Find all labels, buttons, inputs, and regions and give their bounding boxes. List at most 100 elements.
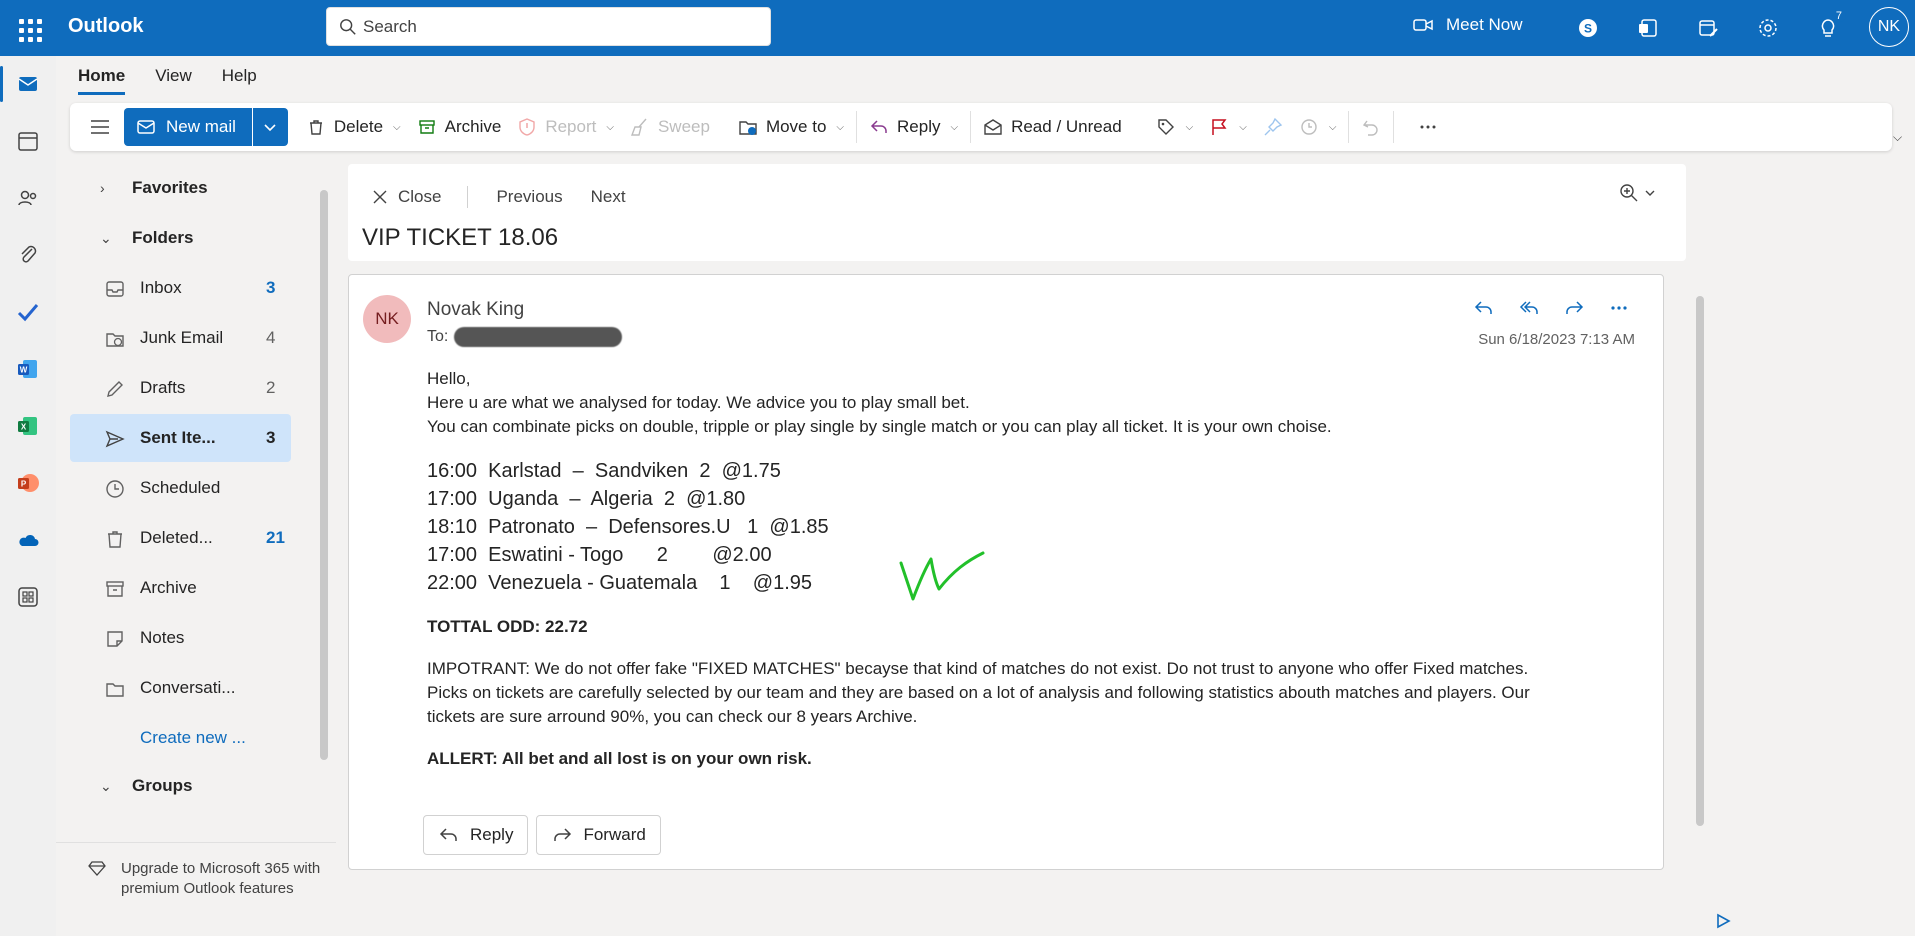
chevron-down-icon[interactable]: ⌵ [1329, 122, 1337, 133]
more-apps-icon[interactable] [14, 583, 42, 611]
groups-section[interactable]: ⌄ Groups [70, 762, 291, 810]
unread-count: 3 [266, 278, 276, 297]
zoom-in-icon [1620, 184, 1638, 202]
chevron-down-icon[interactable]: ⌵ [606, 122, 614, 133]
favorites-section[interactable]: › Favorites [70, 164, 291, 212]
reply-button-label: Reply [470, 825, 514, 844]
skype-icon[interactable]: S [1574, 14, 1602, 42]
forward-action[interactable] [1559, 293, 1588, 322]
calendar-edit-icon[interactable] [1694, 14, 1722, 42]
folder-label: Deleted... [140, 528, 213, 547]
flag-button[interactable]: ⌵ [1201, 109, 1255, 145]
folder-notes[interactable]: Notes [70, 614, 291, 662]
new-mail-button[interactable]: New mail [124, 108, 252, 146]
search-box[interactable] [326, 7, 771, 46]
move-to-button[interactable]: Move to ⌵ [730, 109, 852, 145]
reply-arrow-icon [439, 828, 457, 841]
ribbon-toolbar: New mail Delete ⌵ Archive Report ⌵ Sweep M… [70, 103, 1892, 151]
close-button[interactable]: Close [372, 187, 441, 207]
word-app-icon[interactable]: W [14, 355, 42, 383]
report-button[interactable]: Report ⌵ [509, 109, 622, 145]
more-actions[interactable] [1604, 293, 1633, 322]
folders-section[interactable]: ⌄ Folders [70, 214, 291, 262]
calendar-icon[interactable] [14, 127, 42, 155]
settings-gear-icon[interactable] [1754, 14, 1782, 42]
item-count: 2 [266, 378, 276, 397]
upgrade-banner[interactable]: Upgrade to Microsoft 365 with premium Ou… [56, 842, 336, 936]
zoom-button[interactable] [1618, 182, 1656, 204]
junk-folder-icon [104, 328, 126, 350]
tips-lightbulb-icon[interactable]: 7 [1814, 10, 1846, 42]
chevron-down-icon[interactable]: ⌵ [950, 122, 958, 133]
folder-inbox[interactable]: Inbox 3 [70, 264, 291, 312]
snooze-button[interactable]: ⌵ [1291, 109, 1345, 145]
item-count: 4 [266, 328, 276, 347]
ad-choices-icon[interactable] [1714, 912, 1732, 930]
new-mail-label: New mail [166, 117, 236, 136]
ellipsis-icon [1610, 305, 1627, 310]
ribbon-expand-chevron-icon[interactable]: ⌵ [1893, 130, 1902, 145]
pick-line: 17:00 Eswatini - Togo 2 @2.00 [427, 544, 772, 566]
folder-deleted-items[interactable]: Deleted... 21 [70, 514, 291, 562]
folder-move-icon [739, 121, 757, 135]
folder-drafts[interactable]: Drafts 2 [70, 364, 291, 412]
more-options-button[interactable] [1410, 109, 1446, 145]
next-button[interactable]: Next [591, 187, 626, 207]
sweep-button[interactable]: Sweep [622, 109, 718, 145]
folder-conversation-history[interactable]: Conversati... [70, 664, 291, 712]
folder-archive[interactable]: Archive [70, 564, 291, 612]
sender-name[interactable]: Novak King [427, 299, 524, 321]
reply-action[interactable] [1469, 293, 1498, 322]
previous-button[interactable]: Previous [496, 187, 562, 207]
app-title[interactable]: Outlook [68, 15, 144, 38]
onedrive-cloud-icon[interactable] [14, 526, 42, 554]
pin-button[interactable] [1255, 109, 1291, 145]
note-icon [104, 628, 126, 650]
sender-avatar[interactable]: NK [363, 295, 411, 343]
categorize-button[interactable]: ⌵ [1148, 109, 1202, 145]
search-input[interactable] [363, 16, 763, 37]
new-mail-dropdown[interactable] [251, 108, 288, 146]
powerpoint-app-icon[interactable]: P [14, 469, 42, 497]
chevron-down-icon[interactable]: ⌵ [836, 122, 844, 133]
chevron-down-icon[interactable]: ⌵ [393, 122, 401, 133]
meet-now-button[interactable]: Meet Now [1412, 14, 1523, 36]
reply-button-bottom[interactable]: Reply [423, 815, 529, 855]
mail-icon[interactable] [14, 70, 42, 98]
paperclip-icon[interactable] [14, 241, 42, 269]
folder-junk-email[interactable]: Junk Email 4 [70, 314, 291, 362]
create-new-folder[interactable]: Create new ... [70, 714, 291, 762]
office-word-icon[interactable] [1634, 14, 1662, 42]
chevron-down-icon[interactable]: ⌵ [1186, 122, 1194, 133]
message-buttons: Reply Forward [423, 815, 661, 855]
excel-app-icon[interactable]: X [14, 412, 42, 440]
forward-button-bottom[interactable]: Forward [536, 815, 661, 855]
app-launcher-icon[interactable] [14, 14, 42, 42]
flag-icon [1212, 119, 1227, 135]
undo-button[interactable] [1353, 109, 1389, 145]
video-camera-icon [1413, 19, 1433, 31]
body-line: IMPOTRANT: We do not offer fake "FIXED M… [427, 659, 1529, 678]
archive-button[interactable]: Archive [409, 109, 510, 145]
folder-icon [104, 678, 126, 700]
todo-check-icon[interactable] [14, 298, 42, 326]
people-icon[interactable] [14, 184, 42, 212]
tab-home[interactable]: Home [78, 66, 126, 95]
folder-pane-scrollbar[interactable] [320, 190, 328, 760]
body-line: You can combinate picks on double, tripp… [427, 417, 1332, 436]
reading-pane-scrollbar[interactable] [1696, 296, 1704, 826]
reply-all-action[interactable] [1514, 293, 1543, 322]
folder-sent-items[interactable]: Sent Ite... 3 [70, 414, 291, 462]
diamond-icon [88, 861, 106, 876]
create-new-folder-link[interactable]: Create new ... [140, 728, 246, 748]
read-unread-button[interactable]: Read / Unread [975, 109, 1130, 145]
hamburger-menu-icon[interactable] [88, 115, 112, 139]
user-avatar[interactable]: NK [1869, 7, 1909, 47]
folder-scheduled[interactable]: Scheduled [70, 464, 291, 512]
tab-help[interactable]: Help [222, 66, 257, 95]
reply-button[interactable]: Reply ⌵ [861, 109, 966, 145]
chevron-down-icon[interactable]: ⌵ [1239, 122, 1247, 133]
tab-view[interactable]: View [155, 66, 192, 95]
folder-label: Inbox [140, 278, 182, 297]
delete-button[interactable]: Delete ⌵ [298, 109, 409, 145]
